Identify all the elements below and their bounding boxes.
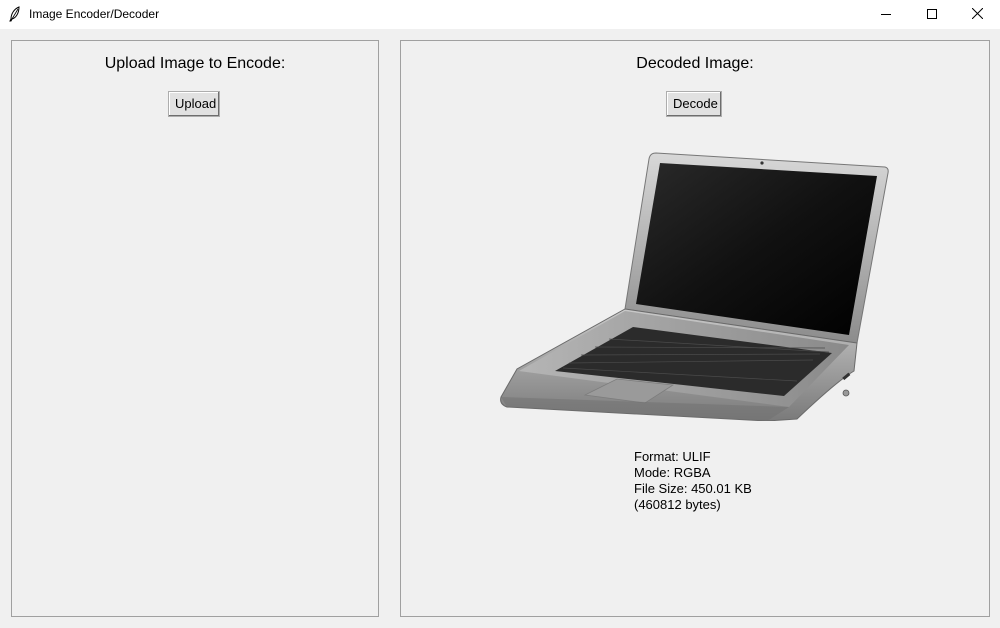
minimize-icon	[881, 6, 891, 24]
minimize-button[interactable]	[863, 0, 909, 29]
mode-text: Mode: RGBA	[634, 465, 711, 480]
app-window: Image Encoder/Decoder Upload Image to En…	[0, 0, 1000, 628]
decoded-image	[497, 149, 891, 422]
title-bar: Image Encoder/Decoder	[0, 0, 1000, 29]
upload-button[interactable]: Upload	[168, 91, 220, 117]
feather-icon	[8, 6, 22, 22]
close-button[interactable]	[954, 0, 1000, 29]
format-text: Format: ULIF	[634, 449, 711, 464]
encode-panel: Upload Image to Encode: Upload	[11, 40, 379, 617]
maximize-icon	[927, 6, 937, 24]
decode-button[interactable]: Decode	[666, 91, 722, 117]
image-info: Format: ULIF Mode: RGBA File Size: 450.0…	[634, 449, 752, 513]
close-icon	[971, 6, 983, 24]
maximize-button[interactable]	[909, 0, 955, 29]
file-size-text: File Size: 450.01 KB	[634, 481, 752, 496]
decode-panel: Decoded Image: Decode Format: ULIF Mode:…	[400, 40, 990, 617]
window-title: Image Encoder/Decoder	[29, 7, 160, 21]
encode-heading: Upload Image to Encode:	[104, 55, 286, 72]
bytes-text: (460812 bytes)	[634, 497, 721, 512]
decode-heading: Decoded Image:	[636, 55, 754, 72]
